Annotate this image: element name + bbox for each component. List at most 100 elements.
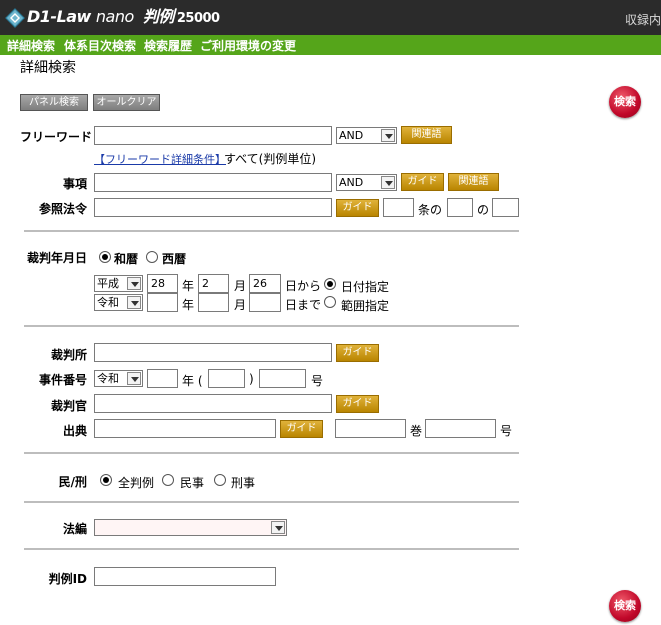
judge-guide-button[interactable]: ガイド — [336, 395, 379, 413]
divider — [24, 548, 519, 550]
era-seireki-radio[interactable] — [146, 251, 158, 263]
era-wareki-radio[interactable] — [99, 251, 111, 263]
freeword-related-terms-button[interactable]: 関連語 — [401, 126, 452, 144]
divider — [24, 230, 519, 232]
matter-label: 事項 — [62, 177, 87, 191]
logo-icon — [5, 8, 25, 28]
court-label: 裁判所 — [50, 348, 87, 362]
chevron-down-icon — [271, 521, 285, 534]
law-field-label: 法編 — [62, 522, 87, 536]
date-from-day-input[interactable]: 26 — [249, 274, 281, 293]
criminal-label: 刑事 — [231, 476, 256, 490]
date-label: 裁判年月日 — [26, 251, 87, 265]
search-button-bottom[interactable]: 検索 — [609, 590, 641, 622]
matter-operator-select[interactable]: AND — [336, 174, 397, 191]
chevron-down-icon — [127, 296, 141, 309]
civil-criminal-label: 民/刑 — [58, 475, 87, 489]
menu-search-history[interactable]: 検索履歴 — [144, 37, 192, 54]
menu-bar: 詳細検索 体系目次検索 検索履歴 ご利用環境の変更 — [0, 35, 661, 55]
law-sub2-input[interactable] — [492, 198, 519, 217]
case-number-year-input[interactable] — [147, 369, 178, 388]
logo: D1-Law nano 判例 25000 — [27, 7, 220, 29]
date-from-era-select[interactable]: 平成 — [94, 275, 143, 292]
date-mode-range-radio[interactable] — [324, 296, 336, 308]
source-label: 出典 — [62, 424, 87, 438]
date-mode-date-label: 日付指定 — [341, 280, 390, 294]
source-number-input[interactable] — [425, 419, 496, 438]
menu-system-toc-search[interactable]: 体系目次検索 — [64, 37, 136, 54]
source-volume-input[interactable] — [335, 419, 406, 438]
freeword-operator-select[interactable]: AND — [336, 127, 397, 144]
case-number-code-input[interactable] — [208, 369, 245, 388]
matter-input[interactable] — [94, 173, 332, 192]
case-number-era-select[interactable]: 令和 — [94, 370, 143, 387]
date-to-era-value: 令和 — [97, 296, 119, 309]
source-volume-label: 巻 — [410, 424, 423, 438]
law-label: 参照法令 — [38, 202, 87, 216]
date-from-suffix: 日から — [285, 279, 322, 293]
matter-related-terms-button[interactable]: 関連語 — [448, 173, 499, 191]
date-to-year-input[interactable] — [147, 293, 178, 312]
case-id-input[interactable] — [94, 567, 276, 586]
chevron-down-icon — [127, 277, 141, 290]
date-from-month-label: 月 — [234, 279, 247, 293]
law-input[interactable] — [94, 198, 332, 217]
search-button-top[interactable]: 検索 — [609, 86, 641, 118]
case-number-num-input[interactable] — [259, 369, 306, 388]
freeword-scope: すべて(判例単位) — [224, 152, 317, 166]
court-guide-button[interactable]: ガイド — [336, 344, 379, 362]
chevron-down-icon — [127, 372, 141, 385]
logo-number: 25000 — [176, 11, 220, 26]
logo-product: 判例 — [142, 7, 175, 26]
logo-nano: nano — [95, 7, 134, 26]
all-cases-radio[interactable] — [100, 474, 112, 486]
divider — [24, 452, 519, 454]
menu-environment-settings[interactable]: ご利用環境の変更 — [200, 37, 296, 54]
date-from-month-input[interactable]: 2 — [198, 274, 229, 293]
law-guide-button[interactable]: ガイド — [336, 199, 379, 217]
court-input[interactable] — [94, 343, 332, 362]
matter-guide-button[interactable]: ガイド — [401, 173, 444, 191]
civil-radio[interactable] — [162, 474, 174, 486]
date-to-year-label: 年 — [182, 298, 195, 312]
law-article-label: 条の — [418, 203, 443, 217]
date-to-month-label: 月 — [234, 298, 247, 312]
law-field-select[interactable] — [94, 519, 287, 536]
source-guide-button[interactable]: ガイド — [280, 420, 323, 438]
logo-name: D1-Law — [27, 7, 91, 26]
collection-info-link[interactable]: 収録内 — [625, 11, 661, 28]
matter-operator-value: AND — [339, 176, 364, 189]
source-input[interactable] — [94, 419, 276, 438]
case-number-close-paren: ) — [249, 372, 254, 386]
date-mode-date-radio[interactable] — [324, 278, 336, 290]
case-number-num-label: 号 — [311, 374, 324, 388]
date-to-era-select[interactable]: 令和 — [94, 294, 143, 311]
case-number-label: 事件番号 — [38, 373, 87, 387]
all-cases-label: 全判例 — [118, 476, 155, 490]
date-to-day-input[interactable] — [249, 293, 281, 312]
divider — [24, 325, 519, 327]
case-number-year-label: 年 ( — [182, 374, 203, 388]
case-number-era-value: 令和 — [97, 372, 119, 385]
civil-label: 民事 — [180, 476, 205, 490]
date-mode-range-label: 範囲指定 — [341, 299, 390, 313]
law-sub-input[interactable] — [447, 198, 473, 217]
judge-input[interactable] — [94, 394, 332, 413]
law-no-label: の — [477, 203, 490, 217]
freeword-input[interactable] — [94, 126, 332, 145]
criminal-radio[interactable] — [214, 474, 226, 486]
date-to-suffix: 日まで — [285, 298, 322, 312]
all-clear-button[interactable]: オールクリア — [93, 94, 160, 111]
date-from-year-input[interactable]: 28 — [147, 274, 178, 293]
date-from-era-value: 平成 — [97, 277, 119, 290]
law-article-input[interactable] — [383, 198, 414, 217]
date-from-year-label: 年 — [182, 279, 195, 293]
page-title: 詳細検索 — [20, 60, 76, 76]
case-id-label: 判例ID — [48, 572, 87, 586]
freeword-detail-link[interactable]: 【フリーワード詳細条件】 — [94, 151, 226, 167]
chevron-down-icon — [381, 129, 395, 142]
menu-detail-search[interactable]: 詳細検索 — [7, 37, 55, 54]
freeword-label: フリーワード — [20, 130, 93, 144]
date-to-month-input[interactable] — [198, 293, 229, 312]
panel-search-button[interactable]: パネル検索 — [20, 94, 88, 111]
